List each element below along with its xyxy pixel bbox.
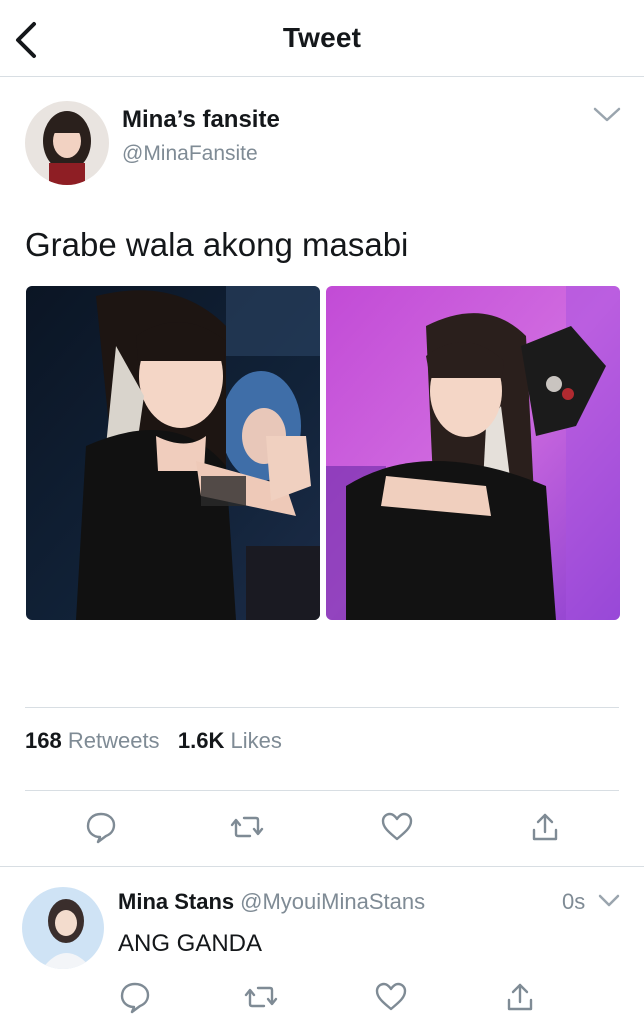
likes-label[interactable]: Likes <box>231 728 282 753</box>
share-icon <box>532 813 558 841</box>
retweets-count[interactable]: 168 <box>25 728 62 753</box>
reply-text: ANG GANDA <box>118 930 263 957</box>
likes-count[interactable]: 1.6K <box>178 728 224 753</box>
share-button[interactable] <box>528 810 562 844</box>
like-button[interactable] <box>380 810 414 844</box>
retweet-icon <box>230 816 264 838</box>
reply-author[interactable]: Mina Stans @MyouiMinaStans <box>118 889 425 915</box>
reply-retweet-button[interactable] <box>244 980 278 1014</box>
reply-icon <box>86 812 116 844</box>
reply-icon <box>120 982 150 1014</box>
divider <box>0 866 644 867</box>
page-title: Tweet <box>282 22 362 53</box>
tweet-photo-2[interactable] <box>326 286 620 620</box>
author-handle[interactable]: @MinaFansite <box>122 142 258 166</box>
reply-timestamp: 0s <box>562 889 586 914</box>
retweets-label[interactable]: Retweets <box>68 728 160 753</box>
reply-like-button[interactable] <box>374 980 408 1014</box>
reply-reply-button[interactable] <box>118 980 152 1014</box>
chevron-down-icon <box>593 107 621 122</box>
author-avatar[interactable] <box>25 101 109 185</box>
author-name[interactable]: Mina’s fansite <box>122 106 280 134</box>
tweet-text: Grabe wala akong masabi <box>25 226 409 263</box>
chevron-down-icon <box>598 894 620 907</box>
like-icon <box>375 982 407 1011</box>
reply-button[interactable] <box>84 810 118 844</box>
more-options-button[interactable] <box>590 104 624 126</box>
tweet-photo-1[interactable] <box>26 286 320 620</box>
divider <box>25 790 619 791</box>
share-icon <box>507 983 533 1011</box>
like-icon <box>381 812 413 841</box>
reply-share-button[interactable] <box>503 980 537 1014</box>
retweet-button[interactable] <box>230 810 264 844</box>
divider <box>25 707 619 708</box>
retweet-icon <box>244 986 278 1008</box>
engagement-stats: 168 Retweets 1.6K Likes <box>25 728 282 754</box>
reply-more-options-button[interactable] <box>596 892 622 910</box>
reply-author-handle[interactable]: @MyouiMinaStans <box>240 889 425 914</box>
reply-author-avatar[interactable] <box>22 887 104 969</box>
reply-author-name[interactable]: Mina Stans <box>118 889 234 914</box>
